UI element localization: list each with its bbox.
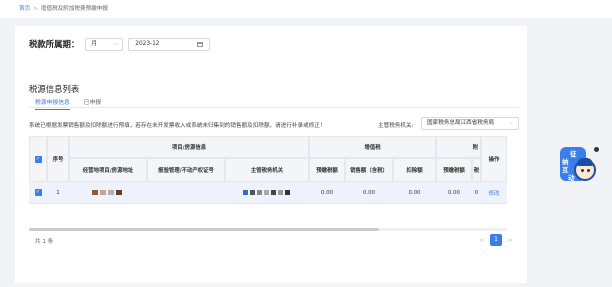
header-seq: 序号 (47, 136, 69, 182)
header-cut-column: 税 (472, 158, 481, 182)
chevron-down-icon: ⌵ (114, 40, 119, 47)
header-authority: 主管税务机关 (225, 158, 309, 182)
period-label: 税款所属期： (29, 39, 80, 49)
source-table: ✓ 序号 项目/房源信息 增值税 附 操作 经营地项目/房源地址 报验管理/不动… (29, 136, 507, 228)
redaction-block (100, 190, 106, 195)
redaction-block (270, 190, 276, 195)
header-address: 经营地项目/房源地址 (69, 158, 147, 182)
close-dot-icon[interactable] (594, 147, 599, 152)
total-count: 共 1 条 (35, 239, 54, 245)
select-all-cell[interactable]: ✓ (29, 136, 47, 182)
chevron-down-icon: ⌵ (509, 120, 513, 126)
breadcrumb: 首页 > 增值税及附加税费预缴申报 (0, 0, 612, 18)
cell-authority-redacted (225, 182, 309, 204)
cell-permit (147, 182, 225, 204)
header-permit: 报验管理/不动产权证号 (147, 158, 225, 182)
authority-label: 主管税务机关: (378, 123, 414, 129)
cell-sales-amount: 0.00 (345, 182, 393, 204)
tab-bar: 税源申报信息 已申报 (35, 97, 115, 110)
section-title: 税源信息列表 (29, 84, 80, 94)
redaction-block (249, 190, 255, 195)
tab-source-declaration[interactable]: 税源申报信息 (35, 97, 70, 110)
redaction-block (116, 190, 122, 195)
scrollbar-thumb[interactable] (29, 228, 379, 231)
redaction-block (92, 190, 98, 195)
header-prepaid-tax: 预缴税额 (309, 158, 345, 182)
prev-page-button[interactable]: < (477, 237, 487, 244)
redaction-block (242, 190, 248, 195)
authority-select[interactable]: 国家税务总局江西省税务局 ⌵ (421, 117, 519, 130)
redaction-block (256, 190, 262, 195)
prefill-notice: 系统已根据发票销售额及扣除额进行预填，若存在未开发票收入或系统未归集到的销售额及… (29, 123, 326, 129)
redaction-block (263, 190, 269, 195)
header-group-vat: 增值税 (309, 136, 436, 158)
assistant-widget[interactable]: 征 纳 互 动 (560, 143, 599, 191)
breadcrumb-home-link[interactable]: 首页 (19, 6, 30, 12)
calendar-icon (197, 41, 204, 47)
period-unit-select[interactable]: 月 ⌵ (85, 37, 124, 51)
cell-seq: 1 (47, 182, 69, 204)
redaction-block (284, 190, 290, 195)
row-select-cell[interactable]: ✓ (29, 182, 47, 204)
row-checkbox[interactable]: ✓ (34, 189, 42, 196)
eye-shape (587, 169, 590, 172)
header-sales-amount: 销售额（含税） (345, 158, 393, 182)
cell-cut-column: 0 (472, 182, 481, 204)
assistant-char: 征 (570, 150, 577, 158)
cell-address-redacted (69, 182, 147, 204)
header-deduction: 扣除额 (393, 158, 436, 182)
next-page-button[interactable]: > (505, 237, 515, 244)
header-group-other: 附 (436, 136, 481, 158)
redaction-block (277, 190, 283, 195)
period-unit-value: 月 (91, 40, 98, 47)
authority-value: 国家税务总局江西省税务局 (427, 120, 495, 126)
redaction-block (108, 190, 114, 195)
period-date-value: 2023-12 (135, 40, 160, 47)
cap-shape (577, 158, 593, 166)
table-horizontal-scrollbar[interactable] (29, 228, 507, 231)
tab-divider (29, 107, 519, 108)
page-1-button[interactable]: 1 (490, 234, 502, 246)
header-prepaid-tax-2: 预缴税额 (436, 158, 472, 182)
header-group-project: 项目/房源信息 (69, 136, 309, 158)
header-action: 操作 (481, 136, 507, 182)
breadcrumb-separator: > (33, 6, 38, 12)
eye-shape (581, 169, 584, 172)
cell-deduction: 0.00 (393, 182, 436, 204)
period-date-input[interactable]: 2023-12 (128, 37, 211, 51)
main-panel: 税款所属期： 月 ⌵ 2023-12 税源信息列表 税源申报信息 已申报 系统已… (15, 26, 527, 283)
cell-prepaid-tax: 0.00 (309, 182, 345, 204)
breadcrumb-current: 增值税及附加税费预缴申报 (40, 6, 109, 12)
select-all-checkbox[interactable]: ✓ (34, 155, 42, 163)
tab-declared[interactable]: 已申报 (84, 97, 101, 110)
edit-link[interactable]: 修改 (481, 182, 507, 204)
pagination: < 1 > (477, 234, 515, 246)
assistant-avatar-icon (574, 158, 596, 181)
period-row: 税款所属期： 月 ⌵ 2023-12 (29, 36, 211, 52)
cell-prepaid-tax-2: 0.00 (436, 182, 472, 204)
